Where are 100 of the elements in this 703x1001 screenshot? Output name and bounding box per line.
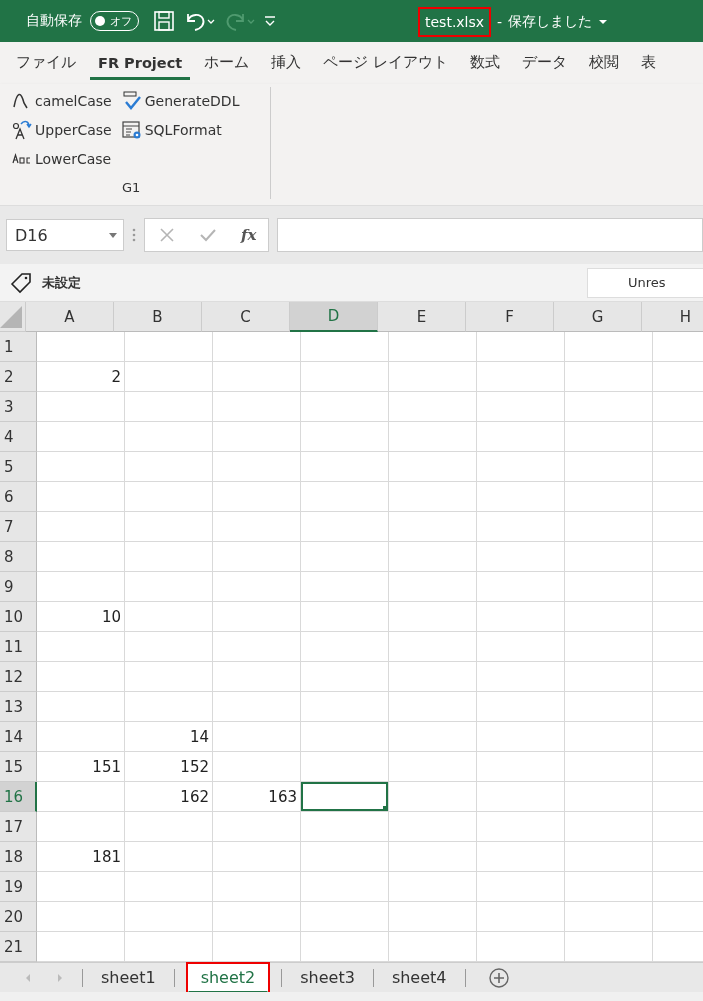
table-cell[interactable] xyxy=(389,392,477,422)
row-header[interactable]: 13 xyxy=(0,692,37,722)
row-header[interactable]: 5 xyxy=(0,452,37,482)
table-cell[interactable] xyxy=(389,692,477,722)
table-cell[interactable] xyxy=(213,422,301,452)
table-cell[interactable] xyxy=(301,452,389,482)
ribbon-button[interactable]: UpperCase xyxy=(12,116,112,144)
table-cell[interactable] xyxy=(37,902,125,932)
table-cell[interactable] xyxy=(565,812,653,842)
table-cell[interactable] xyxy=(565,572,653,602)
table-cell[interactable] xyxy=(389,902,477,932)
table-cell[interactable] xyxy=(565,542,653,572)
table-cell[interactable] xyxy=(389,752,477,782)
table-cell[interactable] xyxy=(477,872,565,902)
table-cell[interactable] xyxy=(125,902,213,932)
table-cell[interactable] xyxy=(125,452,213,482)
ribbon-button[interactable]: SQLFormat xyxy=(121,116,240,144)
table-cell[interactable] xyxy=(301,512,389,542)
table-cell[interactable]: 181 xyxy=(37,842,125,872)
table-cell[interactable]: 162 xyxy=(125,782,213,812)
table-cell[interactable] xyxy=(477,812,565,842)
table-cell[interactable] xyxy=(477,572,565,602)
table-cell[interactable] xyxy=(565,692,653,722)
table-cell[interactable] xyxy=(477,662,565,692)
table-cell[interactable] xyxy=(213,362,301,392)
table-cell[interactable] xyxy=(37,632,125,662)
table-cell[interactable] xyxy=(477,452,565,482)
table-cell[interactable] xyxy=(213,392,301,422)
table-cell[interactable] xyxy=(301,722,389,752)
table-cell[interactable] xyxy=(37,482,125,512)
save-icon[interactable] xyxy=(153,10,175,32)
row-header[interactable]: 18 xyxy=(0,842,37,872)
table-cell[interactable] xyxy=(301,362,389,392)
table-cell[interactable] xyxy=(37,452,125,482)
table-cell[interactable] xyxy=(565,902,653,932)
table-cell[interactable] xyxy=(565,842,653,872)
table-cell[interactable]: 10 xyxy=(37,602,125,632)
row-header[interactable]: 7 xyxy=(0,512,37,542)
table-cell[interactable] xyxy=(477,482,565,512)
row-header[interactable]: 19 xyxy=(0,872,37,902)
table-cell[interactable] xyxy=(213,902,301,932)
table-cell[interactable] xyxy=(389,362,477,392)
table-cell[interactable] xyxy=(477,692,565,722)
table-cell[interactable] xyxy=(565,872,653,902)
column-header[interactable]: F xyxy=(466,302,554,332)
table-cell[interactable] xyxy=(37,722,125,752)
table-cell[interactable] xyxy=(213,542,301,572)
table-cell[interactable] xyxy=(565,482,653,512)
table-cell[interactable] xyxy=(389,782,477,812)
table-cell[interactable] xyxy=(213,512,301,542)
select-all-button[interactable] xyxy=(0,302,26,332)
table-cell[interactable] xyxy=(125,692,213,722)
table-cell[interactable] xyxy=(565,512,653,542)
row-header[interactable]: 4 xyxy=(0,422,37,452)
table-cell[interactable] xyxy=(213,662,301,692)
active-cell[interactable] xyxy=(301,782,389,812)
row-header[interactable]: 9 xyxy=(0,572,37,602)
table-cell[interactable] xyxy=(389,422,477,452)
table-cell[interactable] xyxy=(389,842,477,872)
table-cell[interactable] xyxy=(477,392,565,422)
sheet-tab[interactable]: sheet3 xyxy=(294,962,361,993)
sheet-tab[interactable]: sheet1 xyxy=(95,962,162,993)
table-cell[interactable] xyxy=(37,332,125,362)
row-header[interactable]: 6 xyxy=(0,482,37,512)
table-cell[interactable] xyxy=(37,572,125,602)
ribbon-tab[interactable]: 数式 xyxy=(461,45,508,81)
table-cell[interactable] xyxy=(565,332,653,362)
table-cell[interactable] xyxy=(125,542,213,572)
table-cell[interactable] xyxy=(213,872,301,902)
table-cell[interactable] xyxy=(213,842,301,872)
ribbon-tab[interactable]: ホーム xyxy=(196,45,258,81)
row-header[interactable]: 17 xyxy=(0,812,37,842)
sheet-tab[interactable]: sheet4 xyxy=(385,962,453,993)
table-cell[interactable] xyxy=(301,812,389,842)
table-cell[interactable] xyxy=(125,482,213,512)
cancel-icon[interactable] xyxy=(159,227,175,243)
table-cell[interactable] xyxy=(477,512,565,542)
ribbon-tab[interactable]: データ xyxy=(513,45,575,81)
table-cell[interactable] xyxy=(125,572,213,602)
ribbon-tab[interactable]: 挿入 xyxy=(263,45,310,81)
table-cell[interactable] xyxy=(301,542,389,572)
row-header[interactable]: 2 xyxy=(0,362,37,392)
table-cell[interactable] xyxy=(37,782,125,812)
table-cell[interactable] xyxy=(565,422,653,452)
table-cell[interactable] xyxy=(125,842,213,872)
table-cell[interactable] xyxy=(301,482,389,512)
ribbon-button[interactable]: GenerateDDL xyxy=(121,87,240,115)
caret-icon[interactable] xyxy=(598,19,609,25)
enter-icon[interactable] xyxy=(199,227,217,243)
table-cell[interactable] xyxy=(389,662,477,692)
table-cell[interactable] xyxy=(125,332,213,362)
table-cell[interactable] xyxy=(477,782,565,812)
ribbon-button[interactable]: camelCase xyxy=(12,87,112,115)
table-cell[interactable] xyxy=(301,842,389,872)
row-header[interactable]: 10 xyxy=(0,602,37,632)
table-cell[interactable] xyxy=(565,392,653,422)
table-cell[interactable] xyxy=(389,332,477,362)
table-cell[interactable] xyxy=(213,752,301,782)
table-cell[interactable] xyxy=(125,632,213,662)
table-cell[interactable] xyxy=(389,722,477,752)
